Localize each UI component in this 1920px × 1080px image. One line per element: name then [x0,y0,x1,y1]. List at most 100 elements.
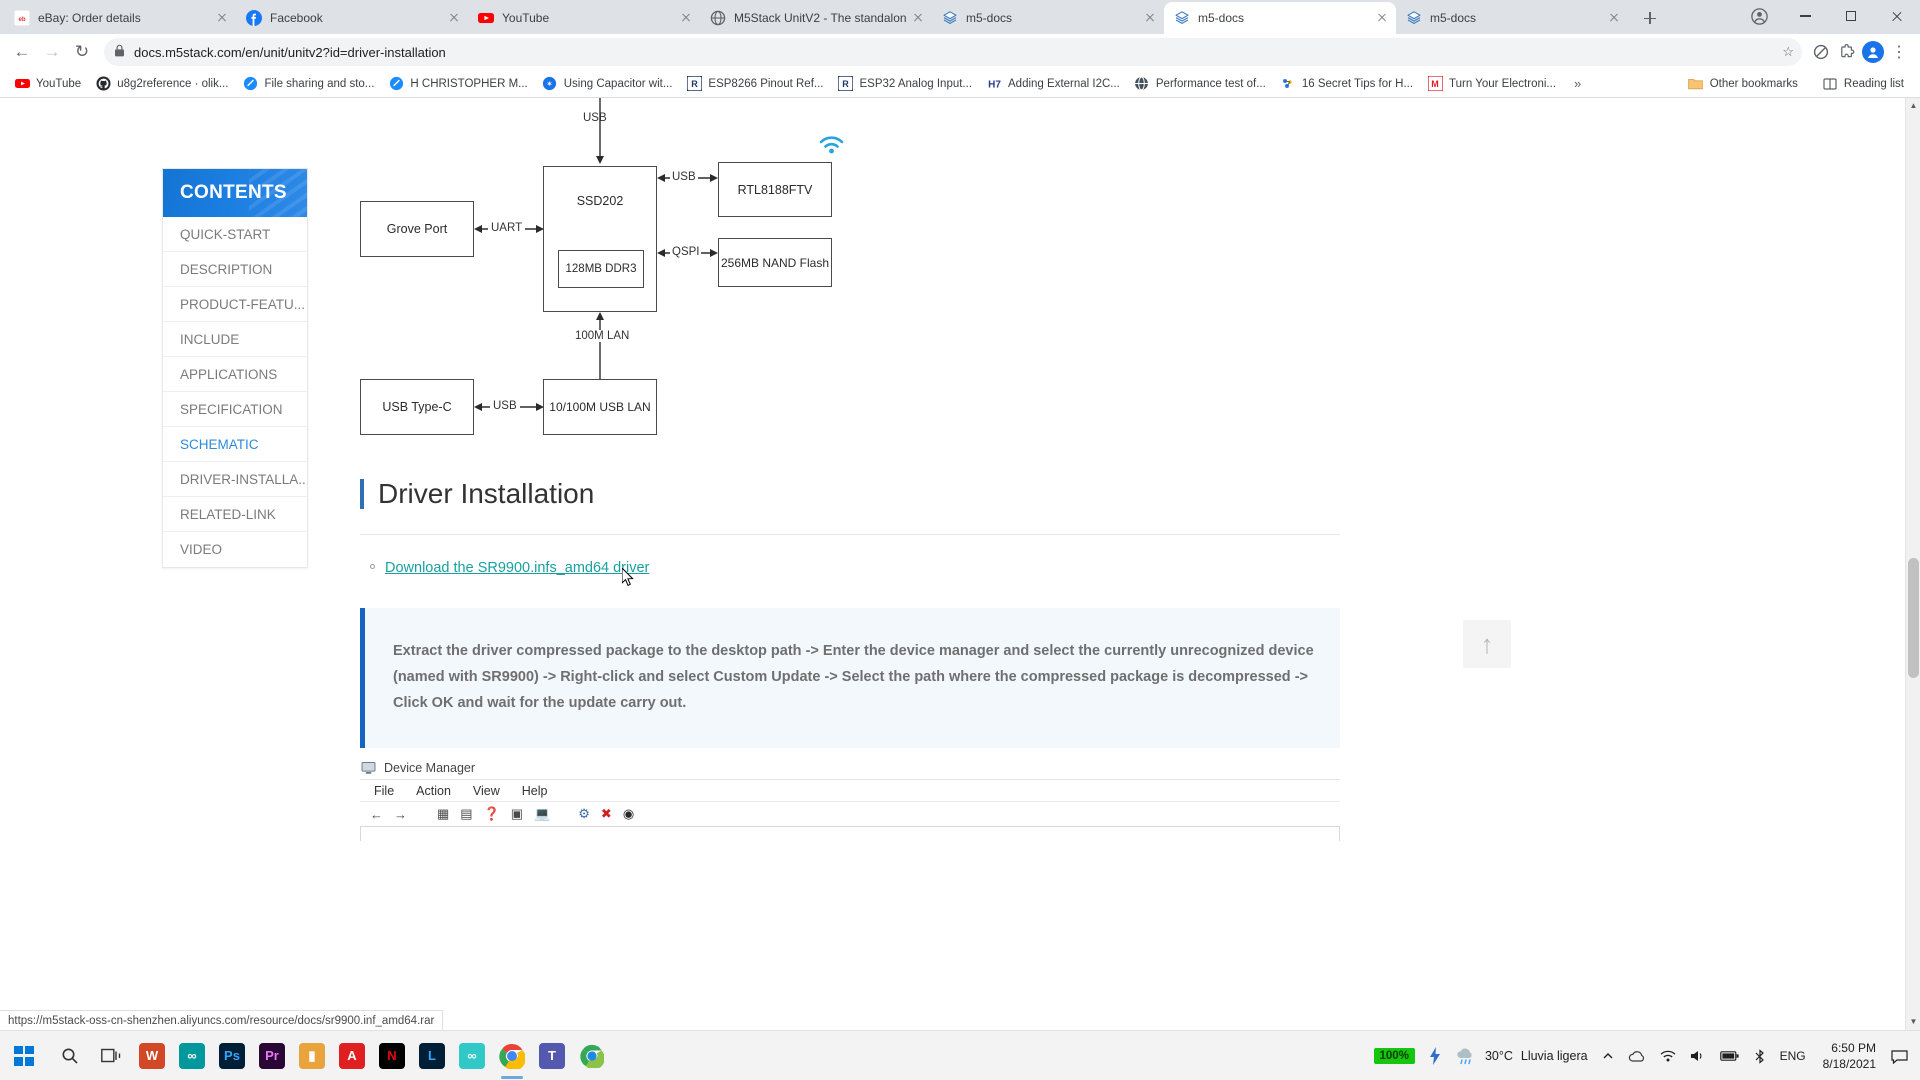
download-driver-link[interactable]: Download the SR9900.infs_amd64 driver [385,560,649,576]
battery-tray-icon[interactable] [1713,1031,1747,1080]
scroll-down-arrow-icon[interactable]: ▼ [1906,1014,1920,1030]
bookmark-item[interactable]: H CHRISTOPHER M... [382,73,533,95]
bookmark-item[interactable]: R ESP8266 Pinout Ref... [680,73,829,95]
taskbar-app-chain[interactable]: ∞ [452,1031,492,1080]
menu-item-view[interactable]: View [473,784,500,798]
update-icon[interactable]: ◉ [623,806,634,822]
sidebar-item-description[interactable]: DESCRIPTION [163,252,307,287]
browser-tab[interactable]: YouTube [468,2,701,34]
maximize-button[interactable] [1828,0,1874,32]
star-icon[interactable]: ☆ [1782,44,1794,60]
bookmark-item[interactable]: u8g2reference · olik... [89,73,234,95]
browser-tab[interactable]: Facebook [236,2,469,34]
tab-close-icon[interactable] [1606,10,1622,26]
taskbar-app-teams[interactable]: T [532,1031,572,1080]
taskbar-app-acrobat[interactable]: A [332,1031,372,1080]
taskbar-app-lightroom[interactable]: L [412,1031,452,1080]
onedrive-tray-icon[interactable] [1621,1031,1653,1080]
taskbar-app-chrome-beta[interactable] [572,1031,612,1080]
battery-percent-indicator[interactable]: 100% [1367,1031,1422,1080]
taskbar-search-button[interactable] [48,1031,92,1080]
menu-item-file[interactable]: File [374,784,394,798]
address-bar[interactable]: docs.m5stack.com/en/unit/unitv2?id=drive… [104,38,1802,66]
bookmark-item[interactable]: R ESP32 Analog Input... [831,73,978,95]
back-button[interactable]: ← [8,38,36,66]
sidebar-item-related-link[interactable]: RELATED-LINK [163,497,307,532]
task-view-button[interactable] [92,1031,132,1080]
bluetooth-tray-icon[interactable] [1747,1031,1773,1080]
reading-list-button[interactable]: Reading list [1816,73,1910,95]
sidebar-item-include[interactable]: INCLUDE [163,322,307,357]
notification-center-button[interactable] [1886,1031,1912,1080]
sidebar-item-driver-installation[interactable]: DRIVER-INSTALLA... [163,462,307,497]
scan-icon[interactable]: ⚙ [578,806,590,822]
browser-tab[interactable]: M5Stack UnitV2 - The standalon [700,2,933,34]
close-button[interactable] [1874,0,1920,32]
tray-overflow-button[interactable] [1595,1031,1621,1080]
sidebar-item-quick-start[interactable]: QUICK-START [163,217,307,252]
page-scrollbar[interactable]: ▲ ▼ [1905,98,1920,1030]
tab-close-icon[interactable] [214,10,230,26]
bookmark-item[interactable]: 16 Secret Tips for H... [1274,73,1419,95]
browser-tab[interactable]: eb eBay: Order details [4,2,237,34]
list-icon[interactable]: ▦ [437,806,449,822]
help-icon[interactable]: ❓ [484,806,500,822]
puzzle-icon[interactable] [1834,39,1860,65]
new-tab-button[interactable] [1636,4,1664,32]
tab-close-icon[interactable] [446,10,462,26]
reload-button[interactable]: ↻ [68,38,96,66]
monitor-icon[interactable]: ▣ [511,806,523,822]
profile-avatar[interactable] [1860,39,1886,65]
taskbar-app-netflix[interactable]: N [372,1031,412,1080]
sidebar-item-schematic[interactable]: SCHEMATIC [163,427,307,462]
bookmark-item[interactable]: File sharing and sto... [236,73,380,95]
properties-icon[interactable]: ▤ [460,806,472,822]
bookmark-item[interactable]: YouTube [8,73,87,95]
computer-icon[interactable]: 💻 [534,806,550,822]
forward-arrow-icon[interactable]: → [394,807,407,822]
taskbar-clock[interactable]: 6:50 PM 8/18/2021 [1813,1040,1886,1072]
taskbar-app-folder[interactable]: ▮ [292,1031,332,1080]
taskbar-app-photoshop[interactable]: Ps [212,1031,252,1080]
block-icon[interactable] [1808,39,1834,65]
scrollbar-thumb[interactable] [1908,558,1919,678]
taskbar-app-office[interactable]: W [132,1031,172,1080]
back-to-top-button[interactable]: ↑ [1463,620,1511,668]
tab-close-icon[interactable] [910,10,926,26]
network-tray-icon[interactable] [1653,1031,1683,1080]
sidebar-item-product-features[interactable]: PRODUCT-FEATU... [163,287,307,322]
sidebar-item-specification[interactable]: SPECIFICATION [163,392,307,427]
bookmark-item[interactable]: H7 Adding External I2C... [980,73,1126,95]
start-button[interactable] [0,1031,48,1080]
forward-button[interactable]: → [38,38,66,66]
bookmark-item[interactable]: M Turn Your Electroni... [1421,73,1562,95]
language-indicator[interactable]: ENG [1773,1031,1813,1080]
bookmark-item[interactable]: Performance test of... [1128,73,1272,95]
browser-tab[interactable]: m5-docs [932,2,1165,34]
taskbar-app-arduino[interactable]: ∞ [172,1031,212,1080]
menu-item-action[interactable]: Action [416,784,451,798]
back-arrow-icon[interactable]: ← [370,807,383,822]
volume-tray-icon[interactable] [1683,1031,1713,1080]
chrome-menu-icon[interactable]: ⋮ [1886,39,1912,65]
disable-icon[interactable]: ✖ [601,806,612,822]
tab-close-icon[interactable] [1142,10,1158,26]
svg-text:eb: eb [18,17,25,23]
taskbar-app-chrome[interactable] [492,1031,532,1080]
bookmark-item[interactable]: ✶ Using Capacitor wit... [536,73,679,95]
browser-tab[interactable]: m5-docs [1396,2,1628,34]
taskbar-app-premiere[interactable]: Pr [252,1031,292,1080]
weather-widget[interactable]: 30°C Lluvia ligera [1448,1031,1595,1080]
sidebar-item-video[interactable]: VIDEO [163,532,307,567]
minimize-button[interactable] [1782,0,1828,32]
menu-item-help[interactable]: Help [522,784,548,798]
tab-close-icon[interactable] [1374,10,1390,26]
browser-tab-active[interactable]: m5-docs [1164,2,1396,34]
tab-close-icon[interactable] [678,10,694,26]
other-bookmarks-folder[interactable]: Other bookmarks [1682,73,1804,95]
profile-indicator-icon[interactable] [1736,0,1782,32]
link-icon [242,76,258,92]
bookmarks-overflow-button[interactable]: » [1568,76,1587,91]
sidebar-item-applications[interactable]: APPLICATIONS [163,357,307,392]
scroll-up-arrow-icon[interactable]: ▲ [1906,98,1920,114]
